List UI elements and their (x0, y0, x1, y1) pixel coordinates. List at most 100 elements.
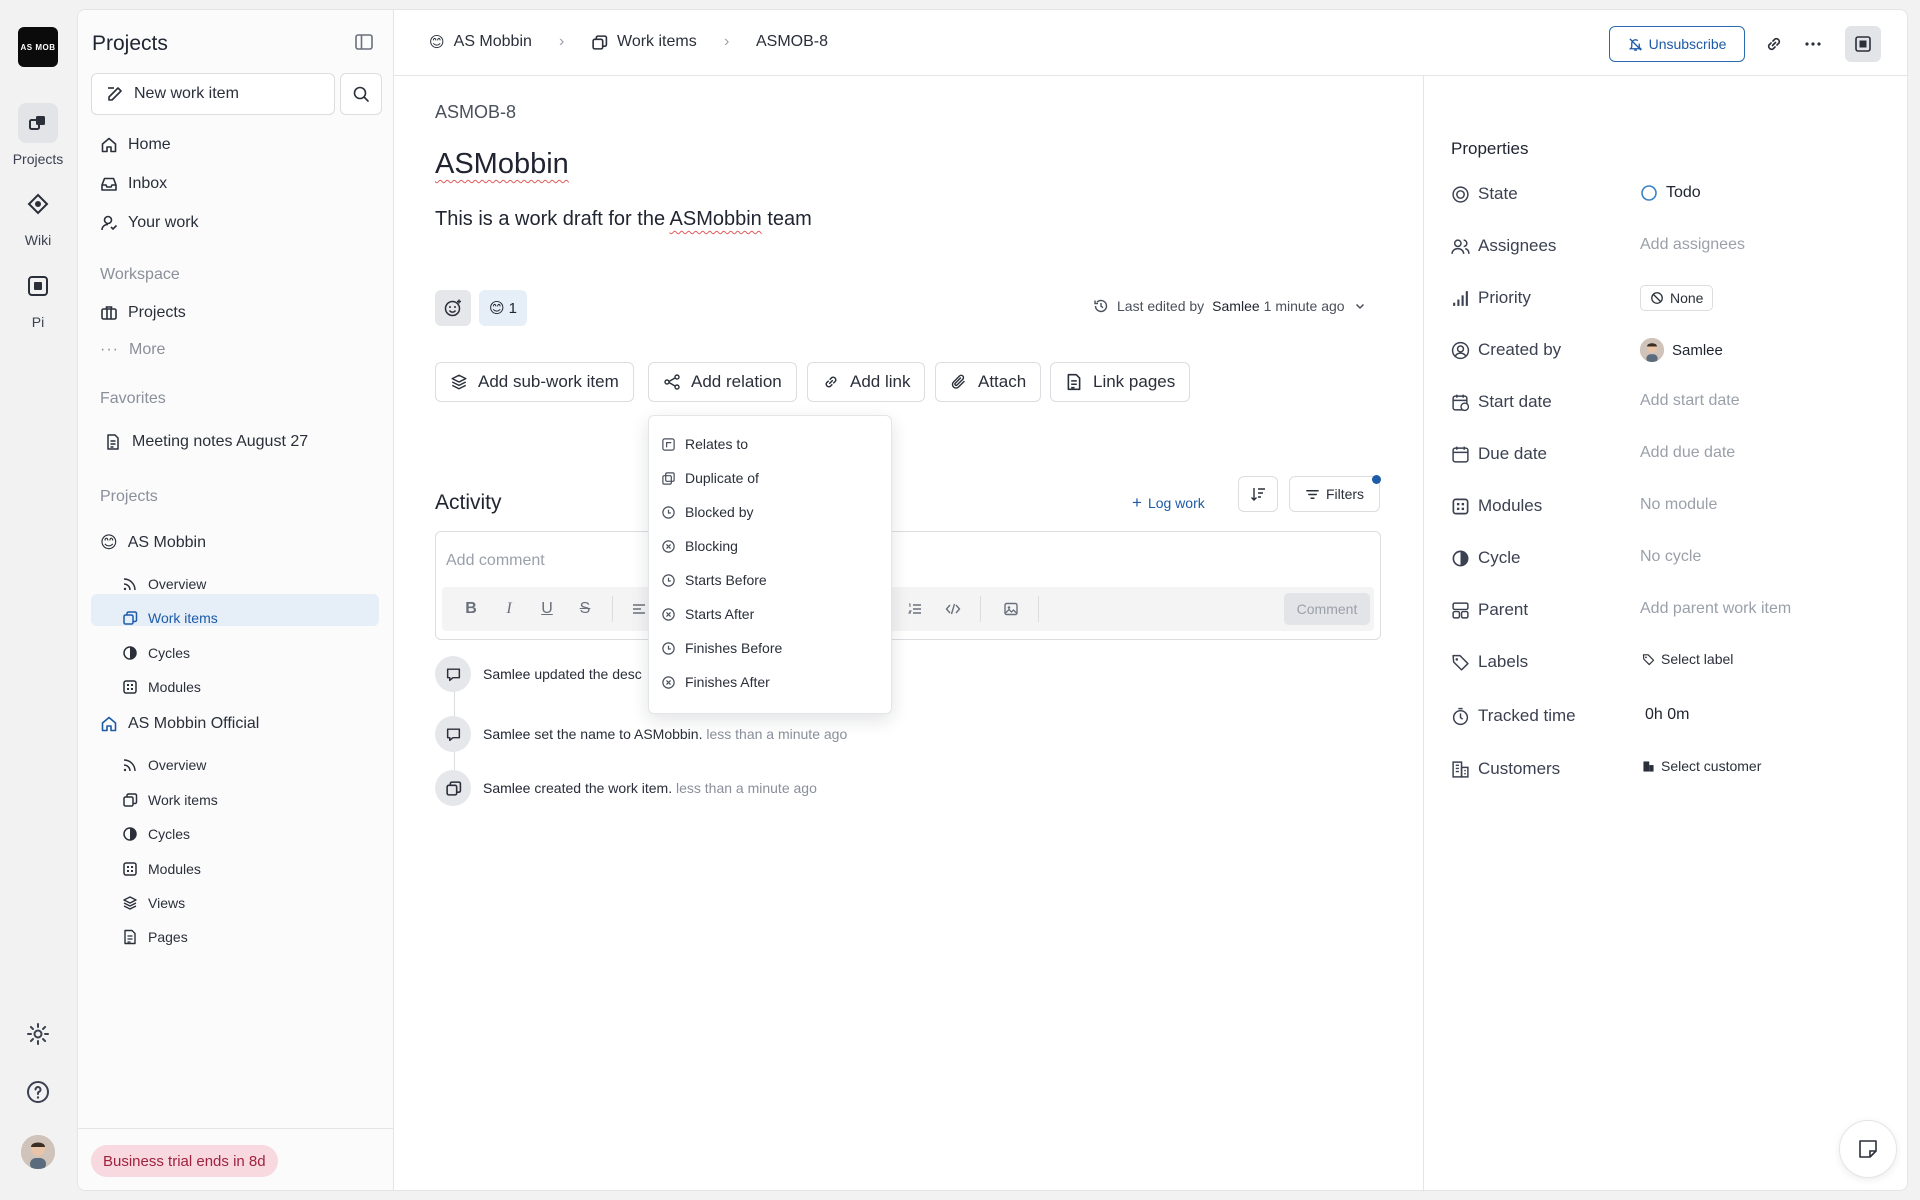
sidebar-collapse-icon[interactable] (354, 32, 374, 52)
rail-item-wiki[interactable]: Wiki (0, 184, 76, 248)
project-sub-pages[interactable]: Pages (122, 929, 188, 945)
image-icon[interactable] (1000, 598, 1022, 620)
sidebar-search-button[interactable] (340, 73, 382, 115)
description-highlight: ASMobbin (669, 208, 762, 230)
project-as-mobbin-official[interactable]: AS Mobbin Official (100, 715, 259, 733)
priority-dropdown[interactable]: None (1640, 285, 1714, 311)
help-icon[interactable] (18, 1072, 58, 1112)
issue-description[interactable]: This is a work draft for the ASMobbin te… (435, 208, 812, 231)
rail-label: Wiki (24, 232, 52, 248)
sidebar-item-inbox[interactable]: Inbox (100, 175, 167, 193)
breadcrumb-issue[interactable]: ASMOB-8 (756, 33, 828, 51)
timer-icon (1451, 707, 1470, 726)
property-modules: Modules (1451, 496, 1542, 516)
project-as-mobbin[interactable]: 😊 AS Mobbin (100, 533, 206, 553)
property-start-date: Start date (1451, 392, 1552, 412)
breadcrumb-work-items[interactable]: Work items (591, 33, 697, 51)
italic-icon[interactable]: I (498, 598, 520, 620)
property-label: State (1478, 184, 1518, 203)
align-icon[interactable] (628, 598, 650, 620)
project-sub-work-items[interactable]: Work items (122, 610, 218, 626)
sidebar-item-more[interactable]: ··· More (100, 341, 165, 359)
project-name: AS Mobbin (127, 534, 206, 551)
parent-dropdown[interactable]: Add parent work item (1640, 600, 1791, 618)
sticky-note-button[interactable] (1839, 1120, 1897, 1178)
user-icon (100, 214, 118, 232)
user-avatar[interactable] (18, 1132, 58, 1172)
attach-button[interactable]: Attach (935, 362, 1042, 402)
property-value: Select customer (1661, 758, 1762, 774)
cycle-icon (122, 645, 138, 661)
state-dropdown[interactable]: Todo (1640, 184, 1701, 202)
menu-item-finishes-after[interactable]: Finishes After (661, 674, 770, 690)
sidebar-item-projects[interactable]: Projects (100, 304, 186, 322)
description-text: team (761, 208, 812, 230)
add-sub-work-item-button[interactable]: Add sub-work item (435, 362, 634, 402)
menu-item-starts-after[interactable]: Starts After (661, 606, 754, 622)
settings-icon[interactable] (18, 1014, 58, 1054)
activity-user[interactable]: Samlee (483, 780, 530, 796)
workspace-logo[interactable]: AS MOB (18, 27, 58, 67)
link-icon[interactable] (1760, 30, 1788, 58)
rail-item-pi[interactable]: Pi (0, 266, 76, 330)
add-reaction-button[interactable] (435, 290, 471, 326)
log-work-button[interactable]: + Log work (1132, 494, 1205, 511)
bold-icon[interactable]: B (460, 598, 482, 620)
modules-dropdown[interactable]: No module (1640, 496, 1717, 514)
activity-user[interactable]: Samlee (483, 666, 530, 682)
link-pages-button[interactable]: Link pages (1050, 362, 1191, 402)
assignees-dropdown[interactable]: Add assignees (1640, 236, 1745, 254)
more-options-icon[interactable] (1799, 30, 1827, 58)
sort-button[interactable] (1238, 476, 1278, 512)
labels-dropdown[interactable]: Select label (1632, 646, 1743, 672)
new-work-item-button[interactable]: New work item (91, 73, 335, 115)
add-link-button[interactable]: Add link (807, 362, 926, 402)
filters-button[interactable]: Filters (1289, 476, 1380, 512)
project-sub-cycles[interactable]: Cycles (122, 826, 190, 842)
menu-item-blocking[interactable]: Blocking (661, 538, 738, 554)
project-sub-cycles[interactable]: Cycles (122, 645, 190, 661)
project-sub-overview[interactable]: Overview (122, 576, 206, 592)
last-edited-info[interactable]: Last edited by Samlee 1 minute ago (1093, 298, 1367, 314)
project-sub-views[interactable]: Views (122, 895, 185, 911)
add-relation-button[interactable]: Add relation (648, 362, 797, 402)
comment-submit-button[interactable]: Comment (1284, 593, 1370, 625)
due-date-picker[interactable]: Add due date (1640, 444, 1735, 462)
edit-icon (106, 85, 124, 103)
issue-title[interactable]: ASMobbin (435, 148, 569, 181)
sub-label: Cycles (148, 826, 191, 842)
sidebar-item-your-work[interactable]: Your work (100, 214, 199, 232)
unsubscribe-button[interactable]: Unsubscribe (1609, 26, 1745, 62)
sticky-note-icon (1857, 1138, 1879, 1160)
cycle-dropdown[interactable]: No cycle (1640, 548, 1701, 566)
strikethrough-icon[interactable]: S (574, 598, 596, 620)
start-date-picker[interactable]: Add start date (1640, 392, 1740, 410)
relation-icon (663, 373, 681, 391)
project-sub-modules[interactable]: Modules (122, 679, 201, 695)
project-sub-overview[interactable]: Overview (122, 757, 206, 773)
menu-item-label: Blocked by (685, 504, 754, 520)
toggle-sidebar-button[interactable] (1845, 26, 1881, 62)
breadcrumb-project[interactable]: 😊 AS Mobbin (429, 33, 532, 51)
favorite-item[interactable]: Meeting notes August 27 (104, 433, 308, 451)
menu-item-duplicate-of[interactable]: Duplicate of (661, 470, 759, 486)
activity-user[interactable]: Samlee (483, 726, 530, 742)
numbered-list-icon[interactable] (904, 598, 926, 620)
comment-placeholder[interactable]: Add comment (446, 552, 545, 570)
reaction-chip[interactable]: 😊 1 (479, 290, 527, 326)
menu-item-blocked-by[interactable]: Blocked by (661, 504, 753, 520)
menu-item-relates-to[interactable]: Relates to (661, 436, 748, 452)
menu-item-finishes-before[interactable]: Finishes Before (661, 640, 782, 656)
menu-item-starts-before[interactable]: Starts Before (661, 572, 767, 588)
comment-editor[interactable]: Add comment B I U S Comment (435, 531, 1381, 640)
activity-entry: Samlee set the name to ASMobbin. less th… (435, 716, 847, 752)
rail-item-projects[interactable]: Projects (0, 103, 76, 167)
project-sub-work-items[interactable]: Work items (122, 792, 218, 808)
project-sub-modules[interactable]: Modules (122, 861, 201, 877)
sidebar-item-home[interactable]: Home (100, 136, 171, 154)
underline-icon[interactable]: U (536, 598, 558, 620)
history-icon (1093, 298, 1109, 314)
customers-dropdown[interactable]: Select customer (1632, 753, 1771, 779)
trial-badge[interactable]: Business trial ends in 8d (91, 1145, 278, 1177)
code-icon[interactable] (942, 598, 964, 620)
